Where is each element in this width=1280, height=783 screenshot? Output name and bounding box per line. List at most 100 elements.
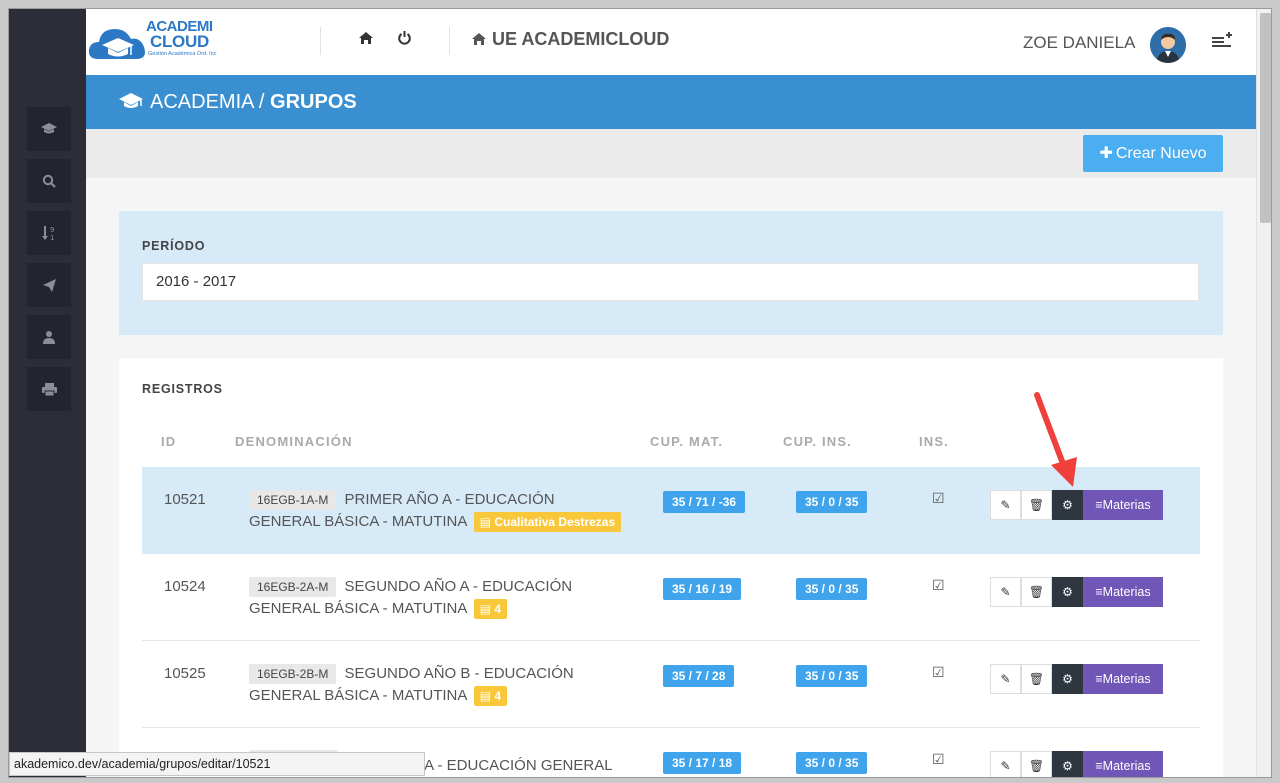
graduation-cap-icon (41, 123, 57, 134)
scrollbar-thumb[interactable] (1260, 13, 1271, 223)
edit-button[interactable]: ✎ (990, 577, 1021, 607)
edit-button[interactable]: ✎ (990, 664, 1021, 694)
sidebar-item-send[interactable] (27, 263, 71, 307)
scrollbar[interactable] (1256, 9, 1271, 777)
sidebar-item-print[interactable] (27, 367, 71, 411)
row-id: 10524 (164, 578, 206, 595)
trash-icon: 🗑 (1028, 759, 1045, 773)
create-new-label: Crear Nuevo (1115, 145, 1207, 162)
browser-frame: 91 ACADEMI CLOUD Gestión Académica Ord. … (8, 8, 1272, 778)
cup-mat-badge: 35 / 7 / 28 (663, 665, 735, 687)
settings-button[interactable]: ⚙ (1052, 664, 1083, 694)
sidebar-item-search[interactable] (27, 159, 71, 203)
trash-icon: 🗑 (1028, 672, 1045, 686)
materias-button[interactable]: ≡ Materias (1083, 490, 1163, 520)
cup-mat-badge: 35 / 16 / 19 (663, 578, 742, 600)
evaluation-badge-label: Cualitativa Destrezas (494, 515, 616, 529)
column-header[interactable]: CUP. MAT. (650, 434, 723, 449)
column-header[interactable]: DENOMINACIÓN (235, 434, 353, 449)
home-button[interactable] (356, 30, 376, 50)
row-actions: ✎ 🗑 ⚙ ≡ Materias (990, 664, 1163, 694)
row-id: 10525 (164, 665, 206, 682)
delete-button[interactable]: 🗑 (1021, 577, 1052, 607)
breadcrumb-section[interactable]: ACADEMIA / (150, 91, 264, 113)
logo-tagline: Gestión Académica Ord. Inc (148, 51, 217, 57)
row-denomination: 16EGB-2A-M SEGUNDO AÑO A - EDUCACIÓN GEN… (249, 576, 629, 620)
cup-ins-badge: 35 / 0 / 35 (796, 752, 868, 774)
period-panel: PERÍODO 2016 - 2017 (119, 211, 1223, 335)
user-name[interactable]: ZOE DANIELA (1023, 33, 1135, 53)
user-icon (43, 331, 55, 344)
add-menu-button[interactable] (1212, 31, 1234, 53)
group-name: A - EDUCACIÓN GENERAL (424, 757, 613, 774)
gears-icon: ⚙ (1062, 672, 1073, 686)
gears-icon: ⚙ (1062, 498, 1073, 512)
edit-button[interactable]: ✎ (990, 751, 1021, 777)
edit-button[interactable]: ✎ (990, 490, 1021, 520)
brand-title[interactable]: UE ACADEMICLOUD (471, 29, 669, 50)
sidebar-item-academia[interactable] (27, 107, 71, 151)
brand-label: UE ACADEMICLOUD (492, 29, 670, 49)
book-icon: ▤ (479, 515, 495, 529)
avatar[interactable] (1150, 27, 1186, 63)
annotation-arrow-icon (1034, 392, 1077, 487)
logo-line2: CLOUD (150, 32, 209, 51)
user-avatar-icon (1150, 27, 1186, 63)
check-square-icon: ☑ (932, 490, 945, 506)
search-icon (42, 174, 56, 188)
row-denomination: 16EGB-1A-M PRIMER AÑO A - EDUCACIÓN GENE… (249, 489, 629, 533)
sidebar: 91 (9, 9, 86, 777)
period-select[interactable]: 2016 - 2017 (142, 263, 1199, 301)
table-row[interactable]: 10525 16EGB-2B-M SEGUNDO AÑO B - EDUCACI… (142, 641, 1200, 728)
logo[interactable]: ACADEMI CLOUD Gestión Académica Ord. Inc (88, 17, 218, 67)
period-label: PERÍODO (142, 239, 206, 253)
row-denomination: 16EGB-2B-M SEGUNDO AÑO B - EDUCACIÓN GEN… (249, 663, 629, 707)
delete-button[interactable]: 🗑 (1021, 490, 1052, 520)
settings-button[interactable]: ⚙ (1052, 577, 1083, 607)
records-label: REGISTROS (142, 382, 223, 396)
pencil-icon: ✎ (1000, 759, 1011, 773)
pencil-icon: ✎ (1000, 672, 1011, 686)
gears-icon: ⚙ (1062, 585, 1073, 599)
create-new-button[interactable]: ✚ Crear Nuevo (1083, 135, 1223, 172)
delete-button[interactable]: 🗑 (1021, 751, 1052, 777)
paper-plane-icon (42, 278, 56, 292)
sort-numeric-icon: 91 (42, 226, 54, 241)
list-plus-icon (1212, 32, 1232, 47)
home-icon (359, 32, 373, 44)
bars-icon: ≡ (1095, 672, 1103, 686)
home-icon (472, 33, 486, 45)
power-button[interactable] (394, 30, 414, 50)
pencil-icon: ✎ (1000, 585, 1011, 599)
row-id: 10521 (164, 491, 206, 508)
settings-button[interactable]: ⚙ (1052, 490, 1083, 520)
sidebar-item-sort[interactable]: 91 (27, 211, 71, 255)
materias-button[interactable]: ≡ Materias (1083, 751, 1163, 777)
subjects-count-label: 4 (494, 689, 502, 703)
column-header[interactable]: ID (161, 434, 176, 449)
materias-label: Materias (1102, 585, 1151, 599)
cup-mat-badge: 35 / 71 / -36 (663, 491, 746, 513)
cup-mat-badge: 35 / 17 / 18 (663, 752, 742, 774)
column-header[interactable]: CUP. INS. (783, 434, 852, 449)
settings-button[interactable]: ⚙ (1052, 751, 1083, 777)
materias-label: Materias (1102, 672, 1151, 686)
row-actions: ✎ 🗑 ⚙ ≡ Materias (990, 490, 1163, 520)
topbar: ACADEMI CLOUD Gestión Académica Ord. Inc… (86, 9, 1256, 75)
materias-button[interactable]: ≡ Materias (1083, 664, 1163, 694)
bars-icon: ≡ (1095, 585, 1103, 599)
book-icon: ▤ (479, 602, 495, 616)
delete-button[interactable]: 🗑 (1021, 664, 1052, 694)
sidebar-item-user[interactable] (27, 315, 71, 359)
column-header[interactable]: INS. (919, 434, 949, 449)
gears-icon: ⚙ (1062, 759, 1073, 773)
check-square-icon: ☑ (932, 751, 945, 767)
table-row[interactable]: 10524 16EGB-2A-M SEGUNDO AÑO A - EDUCACI… (142, 554, 1200, 641)
graduation-cap-icon (119, 93, 143, 108)
materias-label: Materias (1102, 498, 1151, 512)
group-code-badge: 16EGB-2A-M (249, 577, 337, 597)
svg-text:1: 1 (50, 234, 54, 241)
materias-button[interactable]: ≡ Materias (1083, 577, 1163, 607)
subjects-count-badge: ▤ 4 (473, 686, 508, 706)
book-icon: ▤ (479, 689, 495, 703)
